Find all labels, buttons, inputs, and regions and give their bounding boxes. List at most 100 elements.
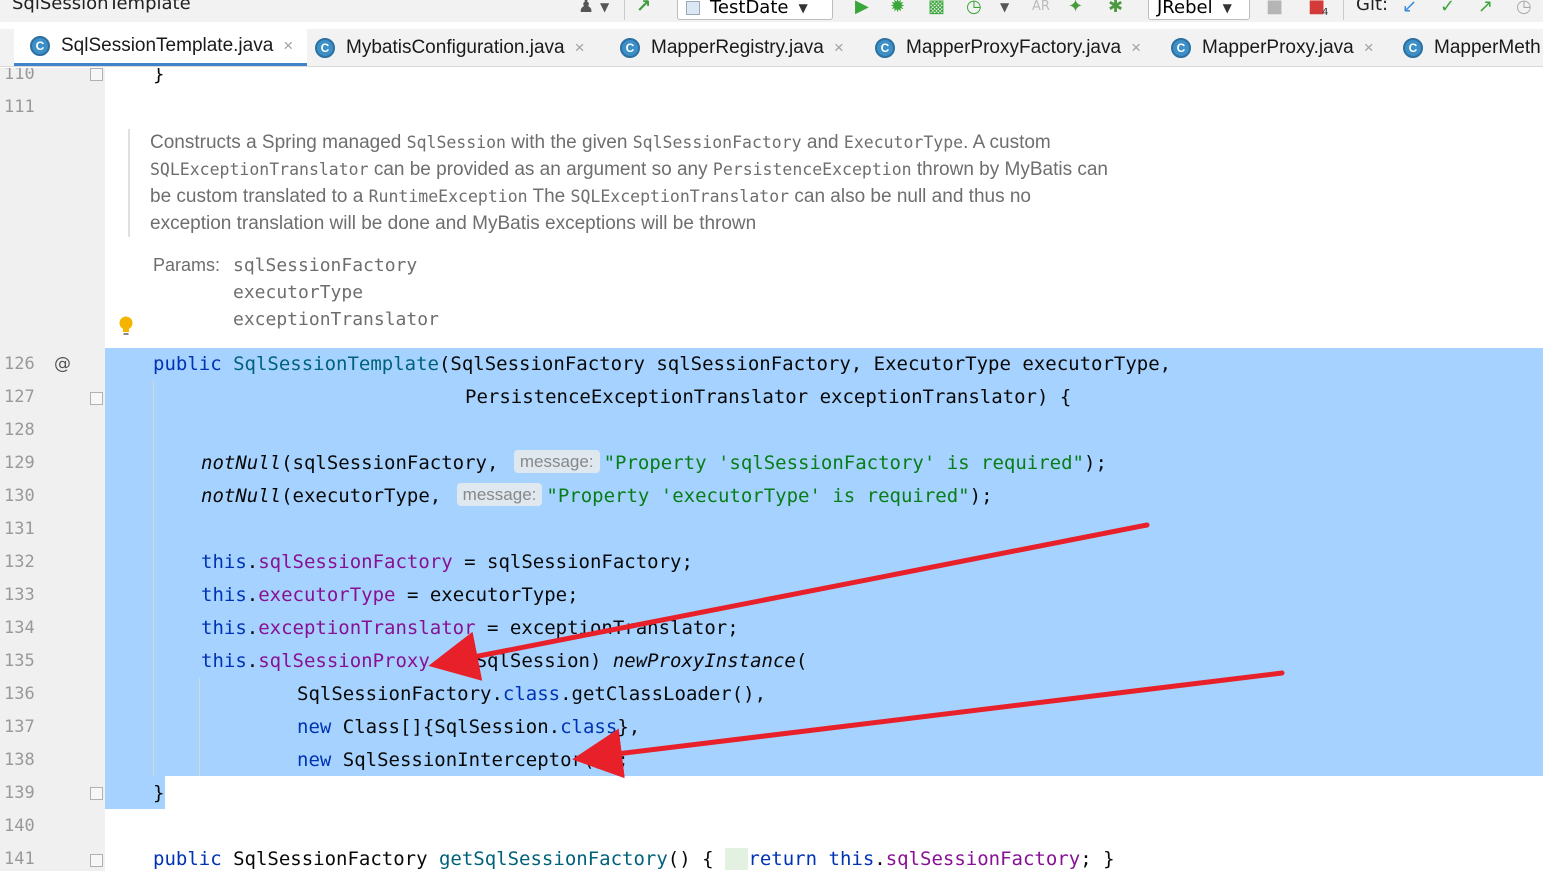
- tab-mappermethod[interactable]: C MapperMeth: [1403, 29, 1541, 66]
- code-text: .: [246, 584, 259, 606]
- keyword: new: [297, 716, 343, 738]
- tab-mybatisconfiguration[interactable]: C MybatisConfiguration.java ×: [315, 29, 585, 66]
- class-icon: C: [620, 38, 640, 58]
- field: executorType: [258, 584, 396, 606]
- chevron-down-icon: ▼: [798, 1, 808, 15]
- lightbulb-icon[interactable]: [118, 316, 134, 336]
- doc-text: . A custom: [963, 132, 1051, 153]
- tab-mapperproxyfactory[interactable]: C MapperProxyFactory.java ×: [875, 29, 1141, 66]
- brace: }: [153, 782, 165, 804]
- tab-mapperproxy[interactable]: C MapperProxy.java ×: [1171, 29, 1374, 66]
- code-line-110: }: [153, 68, 164, 91]
- line-number: 131: [4, 519, 35, 539]
- keyword: this: [201, 650, 247, 672]
- fold-marker-icon[interactable]: [90, 392, 103, 405]
- line-number: 111: [4, 97, 35, 117]
- keyword: this: [201, 584, 247, 606]
- field: sqlSessionFactory: [258, 551, 453, 573]
- close-icon[interactable]: ×: [1364, 38, 1374, 58]
- pause-icon[interactable]: ■: [1266, 0, 1283, 18]
- history-icon[interactable]: ◷: [1516, 0, 1532, 18]
- jrebel-select[interactable]: JRebel ▼: [1148, 0, 1250, 20]
- line-number: 141: [4, 849, 35, 869]
- code-text: = sqlSessionFactory;: [452, 551, 693, 573]
- doc-text: The: [527, 186, 571, 207]
- class-icon: C: [1171, 38, 1191, 58]
- tab-label: MapperProxyFactory.java: [906, 37, 1122, 58]
- code-text: (executorType,: [281, 485, 453, 507]
- build-hammer-icon[interactable]: ↗: [636, 0, 651, 18]
- param-name: exceptionTranslator: [233, 309, 439, 330]
- override-at-icon[interactable]: @: [54, 348, 71, 381]
- code-line-127: PersistenceExceptionTranslator exception…: [465, 381, 1071, 414]
- ar-icon[interactable]: AR: [1032, 0, 1050, 18]
- debug-icon[interactable]: ✹: [890, 0, 905, 18]
- keyword: new: [297, 749, 343, 771]
- rendered-javadoc: Constructs a Spring managed SqlSession w…: [128, 129, 1108, 237]
- fold-marker-icon[interactable]: [90, 854, 103, 867]
- tab-mapperregistry[interactable]: C MapperRegistry.java ×: [620, 29, 844, 66]
- tab-sqlsessiontemplate[interactable]: C SqlSessionTemplate.java ×: [14, 29, 308, 66]
- line-number: 127: [4, 387, 35, 407]
- method-call: newProxyInstance: [612, 650, 796, 672]
- tab-label: MapperMeth: [1434, 37, 1541, 58]
- git-update-icon[interactable]: ↙: [1402, 0, 1417, 18]
- doc-text: can be provided as an argument so any: [368, 159, 713, 180]
- line-number: 139: [4, 783, 35, 803]
- keyword: class: [560, 716, 618, 738]
- code-text: .: [246, 617, 259, 639]
- user-icon[interactable]: ♟: [578, 0, 594, 18]
- class-icon: C: [1403, 38, 1423, 58]
- code-text: (: [795, 650, 808, 672]
- line-number: 130: [4, 486, 35, 506]
- jrebel-debug-icon[interactable]: ✱: [1108, 0, 1123, 18]
- code-line-141: public SqlSessionFactory getSqlSessionFa…: [153, 843, 1115, 871]
- close-icon[interactable]: ×: [575, 38, 585, 58]
- code-line-133: this.executorType = executorType;: [201, 579, 579, 612]
- doc-text: and: [801, 132, 844, 153]
- code-line-135: this.sqlSessionProxy = (SqlSession) newP…: [201, 645, 807, 678]
- fold-marker-icon[interactable]: [90, 787, 103, 800]
- code-text: PersistenceExceptionTranslator exception…: [465, 386, 1072, 408]
- git-push-icon[interactable]: ↗: [1478, 0, 1493, 18]
- close-icon[interactable]: ×: [834, 38, 844, 58]
- code-text: SqlSessionFactory: [233, 848, 439, 870]
- parameter-hint: message:: [513, 450, 600, 473]
- profile-icon[interactable]: ◷: [966, 0, 982, 18]
- code-line-137: new Class[]{SqlSession.class},: [297, 711, 640, 744]
- chevron-down-icon[interactable]: ▼: [600, 0, 609, 18]
- close-icon[interactable]: ×: [1131, 38, 1141, 58]
- run-config-select[interactable]: TestDate ▼: [677, 0, 833, 20]
- coverage-icon[interactable]: ▩: [928, 0, 945, 18]
- line-number: 138: [4, 750, 35, 770]
- code-line-126: public SqlSessionTemplate(SqlSessionFact…: [153, 348, 1171, 381]
- run-icon[interactable]: ▶: [855, 0, 869, 18]
- constructor-name: SqlSessionTemplate: [233, 353, 439, 375]
- line-number: 132: [4, 552, 35, 572]
- code-line-134: this.exceptionTranslator = exceptionTran…: [201, 612, 739, 645]
- code-line-132: this.sqlSessionFactory = sqlSessionFacto…: [201, 546, 693, 579]
- field: sqlSessionFactory: [885, 848, 1081, 870]
- doc-code: SqlSession: [406, 133, 506, 152]
- fold-marker-icon[interactable]: [90, 68, 103, 81]
- doc-params: Params: sqlSessionFactory executorType ex…: [153, 252, 439, 333]
- line-number: 110: [4, 68, 35, 84]
- keyword: class: [502, 683, 561, 705]
- code-editor[interactable]: 110 111 126 127 128 129 130 131 132 133 …: [0, 68, 1543, 871]
- chevron-down-icon[interactable]: ▼: [1000, 0, 1009, 18]
- close-icon[interactable]: ×: [283, 36, 293, 56]
- code-text: = exceptionTranslator;: [475, 617, 739, 639]
- git-commit-icon[interactable]: ✓: [1440, 0, 1455, 18]
- code-text: = (SqlSession): [429, 650, 613, 672]
- stop-badge: 4: [1322, 7, 1329, 18]
- string-literal: "Property 'sqlSessionFactory' is require…: [603, 452, 1084, 474]
- code-text: SqlSessionFactory.: [297, 683, 503, 705]
- doc-code: RuntimeException: [368, 187, 528, 206]
- toolbar-separator: [1343, 0, 1344, 20]
- indent-guide: [153, 381, 154, 776]
- jrebel-run-icon[interactable]: ✦: [1068, 0, 1083, 18]
- indent-guide: [199, 678, 200, 776]
- code-line-130: notNull(executorType, message: "Property …: [201, 480, 993, 513]
- field: sqlSessionProxy: [258, 650, 430, 672]
- class-icon: C: [315, 38, 335, 58]
